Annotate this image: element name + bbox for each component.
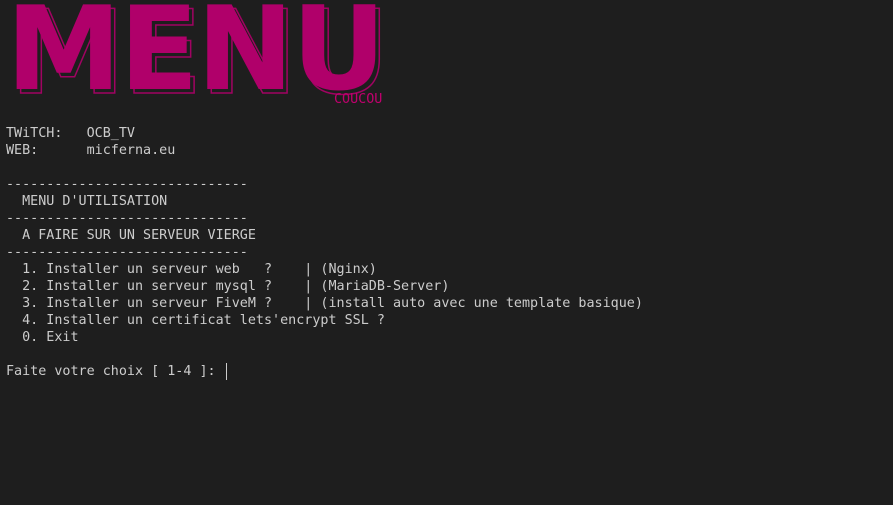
- prompt-line[interactable]: Faite votre choix [ 1-4 ]:: [6, 363, 227, 380]
- twitch-label: TWiTCH:: [6, 126, 63, 141]
- web-label: WEB:: [6, 143, 39, 158]
- ascii-banner: MENU MENU: [6, 0, 391, 112]
- banner-title: MENU: [6, 0, 386, 117]
- separator-mid: ------------------------------: [6, 211, 248, 226]
- menu-option-4: 4. Installer un certificat lets'encrypt …: [6, 313, 385, 328]
- separator-bottom: ------------------------------: [6, 245, 248, 260]
- terminal-window[interactable]: MENU MENU COUCOU TWiTCH: OCB_TV WEB: mic…: [0, 0, 893, 505]
- menu-option-exit: 0. Exit: [6, 330, 79, 345]
- web-row: WEB: micferna.eu: [6, 142, 175, 159]
- menu-title: MENU D'UTILISATION: [6, 194, 168, 209]
- menu-subtitle: A FAIRE SUR UN SERVEUR VIERGE: [6, 228, 256, 243]
- menu-option-3: 3. Installer un serveur FiveM ? | (insta…: [6, 296, 643, 311]
- separator-top: ------------------------------: [6, 177, 248, 192]
- menu-option-2: 2. Installer un serveur mysql ? | (Maria…: [6, 279, 450, 294]
- text-cursor: [225, 363, 227, 380]
- twitch-value: OCB_TV: [86, 126, 135, 141]
- menu-option-1: 1. Installer un serveur web ? | (Nginx): [6, 262, 377, 277]
- banner-subtitle: COUCOU: [334, 92, 383, 107]
- prompt-text: Faite votre choix [ 1-4 ]:: [6, 364, 224, 379]
- twitch-row: TWiTCH: OCB_TV: [6, 125, 135, 142]
- web-value: micferna.eu: [86, 143, 176, 158]
